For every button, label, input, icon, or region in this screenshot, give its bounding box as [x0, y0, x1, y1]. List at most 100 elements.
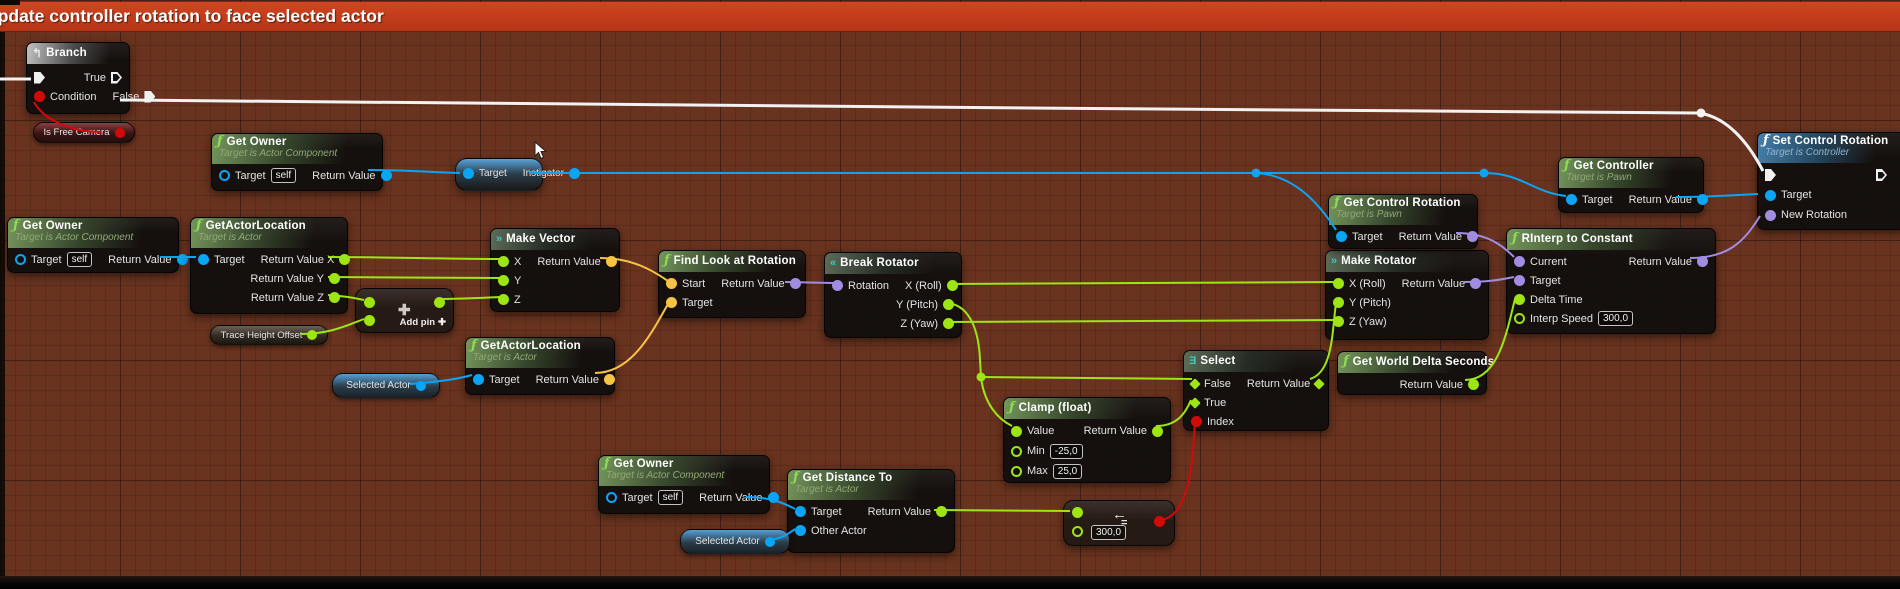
node-make-vector[interactable]: » Make Vector X Return Value Y Z: [490, 228, 620, 312]
variable-is-free-camera[interactable]: Is Free Camera: [33, 122, 135, 143]
target-pin[interactable]: [1566, 194, 1577, 205]
start-pin[interactable]: [666, 278, 677, 289]
comment-header[interactable]: update controller rotation to face selec…: [0, 2, 1900, 32]
rotation-pin[interactable]: [832, 280, 843, 291]
node-clamp-float[interactable]: ƒ Clamp (float) Value Return Value Min -…: [1003, 397, 1171, 483]
target-pin[interactable]: [473, 374, 484, 385]
node-select[interactable]: Ǝ Select False Return Value True Index: [1183, 350, 1329, 431]
min-field[interactable]: -25,0: [1050, 444, 1083, 459]
return-pin[interactable]: [381, 170, 392, 181]
z-pin[interactable]: [498, 294, 509, 305]
node-break-rotator[interactable]: « Break Rotator Rotation X (Roll) Y (Pit…: [824, 252, 962, 338]
node-find-look-at-rotation[interactable]: ƒ Find Look at Rotation Start Return Val…: [658, 250, 806, 318]
add-input-a-pin[interactable]: [364, 297, 375, 308]
float-out-pin[interactable]: [307, 330, 317, 340]
target-pin[interactable]: [1514, 275, 1525, 286]
return-pin[interactable]: [936, 506, 947, 517]
node-get-owner-left[interactable]: ƒ Get Owner Target is Actor Component Ta…: [7, 217, 179, 273]
node-get-actor-location-1[interactable]: ƒ GetActorLocation Target is Actor Targe…: [190, 217, 348, 314]
target-pin[interactable]: [795, 506, 806, 517]
true-exec-pin[interactable]: [111, 72, 122, 84]
max-pin[interactable]: [1011, 466, 1022, 477]
self-field[interactable]: self: [271, 168, 297, 183]
node-less-equal-compare[interactable]: 300,0 ←=: [1063, 500, 1175, 546]
return-pin[interactable]: [1470, 278, 1481, 289]
variable-selected-actor-b[interactable]: Selected Actor: [680, 529, 790, 554]
add-output-pin[interactable]: [434, 297, 445, 308]
false-pin[interactable]: [1189, 378, 1200, 389]
interp-speed-pin[interactable]: [1514, 313, 1525, 324]
node-get-owner-top[interactable]: ƒ Get Owner Target is Actor Component Ta…: [211, 133, 383, 191]
self-field[interactable]: self: [67, 252, 93, 267]
self-field[interactable]: self: [658, 490, 684, 505]
target-pin[interactable]: [15, 254, 26, 265]
variable-selected-actor-a[interactable]: Selected Actor: [332, 373, 440, 398]
z-yaw-pin[interactable]: [1333, 316, 1344, 327]
return-pin[interactable]: [1468, 379, 1479, 390]
node-get-actor-location-2[interactable]: ƒ GetActorLocation Target is Actor Targe…: [465, 337, 615, 395]
variable-trace-height-offset[interactable]: Trace Height Offset: [210, 325, 328, 345]
exec-in-pin[interactable]: [34, 72, 45, 84]
target-pin[interactable]: [1765, 190, 1776, 201]
z-yaw-pin[interactable]: [943, 318, 954, 329]
compare-output-pin[interactable]: [1154, 516, 1165, 527]
node-get-owner-bottom[interactable]: ƒ Get Owner Target is Actor Component Ta…: [598, 455, 770, 514]
compare-input-b-pin[interactable]: [1072, 526, 1083, 537]
false-exec-pin[interactable]: [144, 91, 155, 103]
return-z-pin[interactable]: [329, 292, 340, 303]
node-get-control-rotation[interactable]: ƒ Get Control Rotation Target is Pawn Ta…: [1328, 194, 1478, 249]
return-pin[interactable]: [768, 492, 779, 503]
return-pin[interactable]: [1152, 426, 1163, 437]
node-make-rotator[interactable]: » Make Rotator X (Roll) Return Value Y (…: [1325, 250, 1489, 340]
bool-out-pin[interactable]: [115, 128, 125, 138]
return-pin[interactable]: [1697, 194, 1708, 205]
node-get-world-delta-seconds[interactable]: ƒ Get World Delta Seconds Return Value: [1337, 351, 1487, 395]
return-pin[interactable]: [1314, 378, 1325, 389]
true-pin[interactable]: [1189, 397, 1200, 408]
x-roll-pin[interactable]: [1333, 278, 1344, 289]
return-pin[interactable]: [1467, 231, 1478, 242]
node-rinterp-to-constant[interactable]: ƒ RInterp to Constant Current Return Val…: [1506, 228, 1716, 334]
node-set-control-rotation[interactable]: ƒ Set Control Rotation Target is Control…: [1757, 132, 1900, 230]
new-rotation-pin[interactable]: [1765, 210, 1776, 221]
value-pin[interactable]: [1011, 426, 1022, 437]
max-field[interactable]: 25,0: [1053, 464, 1082, 479]
node-get-distance-to[interactable]: ƒ Get Distance To Target is Actor Target…: [787, 469, 955, 553]
return-pin[interactable]: [177, 254, 188, 265]
x-pin[interactable]: [498, 256, 509, 267]
target-pin[interactable]: [463, 168, 474, 179]
return-y-pin[interactable]: [329, 273, 340, 284]
node-get-controller[interactable]: ƒ Get Controller Target is Pawn Target R…: [1558, 157, 1704, 213]
y-pitch-pin[interactable]: [943, 299, 954, 310]
exec-out-pin[interactable]: [1876, 169, 1887, 181]
object-out-pin[interactable]: [765, 537, 775, 547]
return-pin[interactable]: [790, 278, 801, 289]
compare-input-a-pin[interactable]: [1072, 507, 1083, 518]
condition-pin[interactable]: [34, 91, 45, 102]
return-pin[interactable]: [1697, 256, 1708, 267]
other-actor-pin[interactable]: [795, 525, 806, 536]
return-pin[interactable]: [606, 256, 617, 267]
target-pin[interactable]: [1336, 231, 1347, 242]
target-pin[interactable]: [666, 297, 677, 308]
target-pin[interactable]: [606, 492, 617, 503]
blueprint-graph-canvas[interactable]: update controller rotation to face selec…: [0, 0, 1900, 589]
y-pin[interactable]: [498, 275, 509, 286]
node-branch[interactable]: ↰ Branch True Condition False: [26, 42, 130, 114]
index-pin[interactable]: [1191, 416, 1202, 427]
target-pin[interactable]: [198, 254, 209, 265]
y-pitch-pin[interactable]: [1333, 297, 1344, 308]
min-pin[interactable]: [1011, 446, 1022, 457]
delta-time-pin[interactable]: [1514, 294, 1525, 305]
exec-in-pin[interactable]: [1765, 169, 1776, 181]
node-add[interactable]: ✚ Add pin ✚: [355, 288, 454, 333]
current-pin[interactable]: [1514, 256, 1525, 267]
target-pin[interactable]: [219, 170, 230, 181]
x-roll-pin[interactable]: [947, 280, 958, 291]
add-input-b-pin[interactable]: [364, 315, 375, 326]
return-x-pin[interactable]: [339, 254, 350, 265]
add-pin-button[interactable]: Add pin ✚: [400, 317, 446, 328]
node-get-instigator-compact[interactable]: Target Instigator: [455, 158, 543, 191]
interp-speed-field[interactable]: 300,0: [1598, 311, 1633, 326]
return-pin[interactable]: [604, 374, 615, 385]
